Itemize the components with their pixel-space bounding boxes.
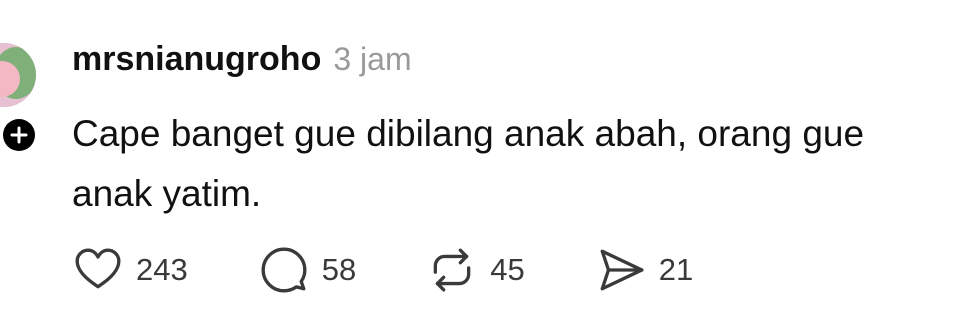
plus-icon	[10, 126, 28, 144]
username[interactable]: mrsnianugroho	[72, 40, 321, 79]
share-button[interactable]: 21	[595, 244, 693, 296]
repost-button[interactable]: 45	[426, 244, 525, 296]
share-count: 21	[658, 252, 694, 287]
timestamp: 3 jam	[333, 41, 412, 77]
like-button[interactable]: 243	[72, 244, 188, 296]
follow-button[interactable]	[0, 116, 38, 154]
repost-count: 45	[490, 252, 525, 287]
comment-icon	[258, 244, 310, 296]
reply-button[interactable]: 58	[258, 244, 356, 296]
like-count: 243	[136, 252, 188, 287]
follow-badge-circle	[3, 119, 35, 151]
reply-count: 58	[321, 252, 357, 287]
send-icon	[595, 244, 647, 296]
post-header: mrsnianugroho 3 jam	[72, 40, 412, 79]
repost-icon	[426, 244, 478, 296]
avatar[interactable]	[0, 43, 36, 107]
avatar-image	[0, 43, 36, 107]
post-text: Cape banget gue dibilang anak abah, oran…	[72, 113, 865, 214]
heart-icon	[72, 244, 124, 296]
post-actions: 243 58 45 21	[72, 244, 693, 296]
